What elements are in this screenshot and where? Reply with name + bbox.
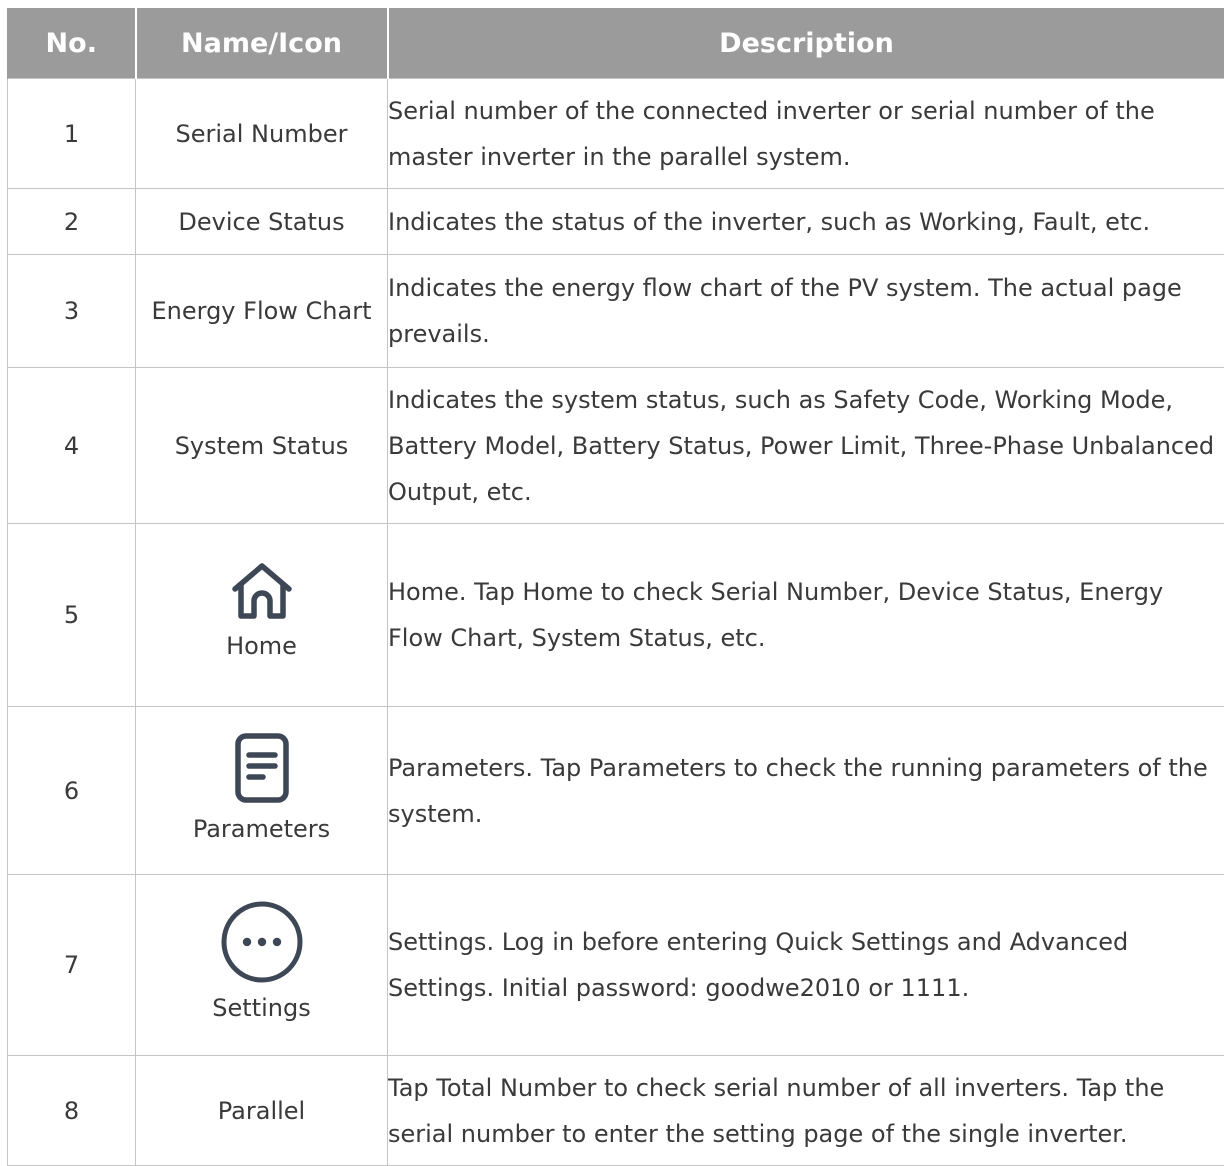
row-name-icon-cell: Parameters bbox=[136, 707, 388, 875]
table-row: 1 Serial Number Serial number of the con… bbox=[8, 79, 1224, 189]
row-description: Tap Total Number to check serial number … bbox=[388, 1056, 1224, 1166]
row-name: Energy Flow Chart bbox=[136, 255, 388, 368]
row-name-icon-cell: Home bbox=[136, 524, 388, 707]
table-row: 8 Parallel Tap Total Number to check ser… bbox=[8, 1056, 1224, 1166]
row-description: Home. Tap Home to check Serial Number, D… bbox=[388, 524, 1224, 707]
row-name: Parameters bbox=[136, 806, 387, 852]
row-description: Parameters. Tap Parameters to check the … bbox=[388, 707, 1224, 875]
row-description: Settings. Log in before entering Quick S… bbox=[388, 875, 1224, 1056]
row-name: Serial Number bbox=[136, 79, 388, 189]
document-icon bbox=[136, 730, 387, 806]
header-description: Description bbox=[388, 8, 1224, 79]
row-name: System Status bbox=[136, 368, 388, 524]
row-number: 5 bbox=[8, 524, 136, 707]
row-number: 7 bbox=[8, 875, 136, 1056]
table-row: 3 Energy Flow Chart Indicates the energy… bbox=[8, 255, 1224, 368]
home-icon bbox=[136, 561, 387, 623]
row-number: 8 bbox=[8, 1056, 136, 1166]
row-number: 6 bbox=[8, 707, 136, 875]
row-description: Indicates the system status, such as Saf… bbox=[388, 368, 1224, 524]
header-no: No. bbox=[8, 8, 136, 79]
row-name: Parallel bbox=[136, 1056, 388, 1166]
table-row: 6 Parameters Parameters. Tap Parameters … bbox=[8, 707, 1224, 875]
row-name-icon-cell: Settings bbox=[136, 875, 388, 1056]
description-table: No. Name/Icon Description 1 Serial Numbe… bbox=[7, 8, 1224, 1166]
row-description: Serial number of the connected inverter … bbox=[388, 79, 1224, 189]
row-number: 1 bbox=[8, 79, 136, 189]
row-name: Settings bbox=[136, 985, 387, 1031]
row-number: 2 bbox=[8, 189, 136, 255]
table-row: 7 Settings Settings. Log in before enter… bbox=[8, 875, 1224, 1056]
table-row: 5 Home Home. Tap Home to check Serial Nu… bbox=[8, 524, 1224, 707]
row-description: Indicates the status of the inverter, su… bbox=[388, 189, 1224, 255]
row-name: Home bbox=[136, 623, 387, 669]
row-number: 4 bbox=[8, 368, 136, 524]
row-number: 3 bbox=[8, 255, 136, 368]
more-dots-icon bbox=[136, 899, 387, 985]
table-row: 2 Device Status Indicates the status of … bbox=[8, 189, 1224, 255]
row-name: Device Status bbox=[136, 189, 388, 255]
table-row: 4 System Status Indicates the system sta… bbox=[8, 368, 1224, 524]
row-description: Indicates the energy flow chart of the P… bbox=[388, 255, 1224, 368]
header-name-icon: Name/Icon bbox=[136, 8, 388, 79]
table-header-row: No. Name/Icon Description bbox=[8, 8, 1224, 79]
